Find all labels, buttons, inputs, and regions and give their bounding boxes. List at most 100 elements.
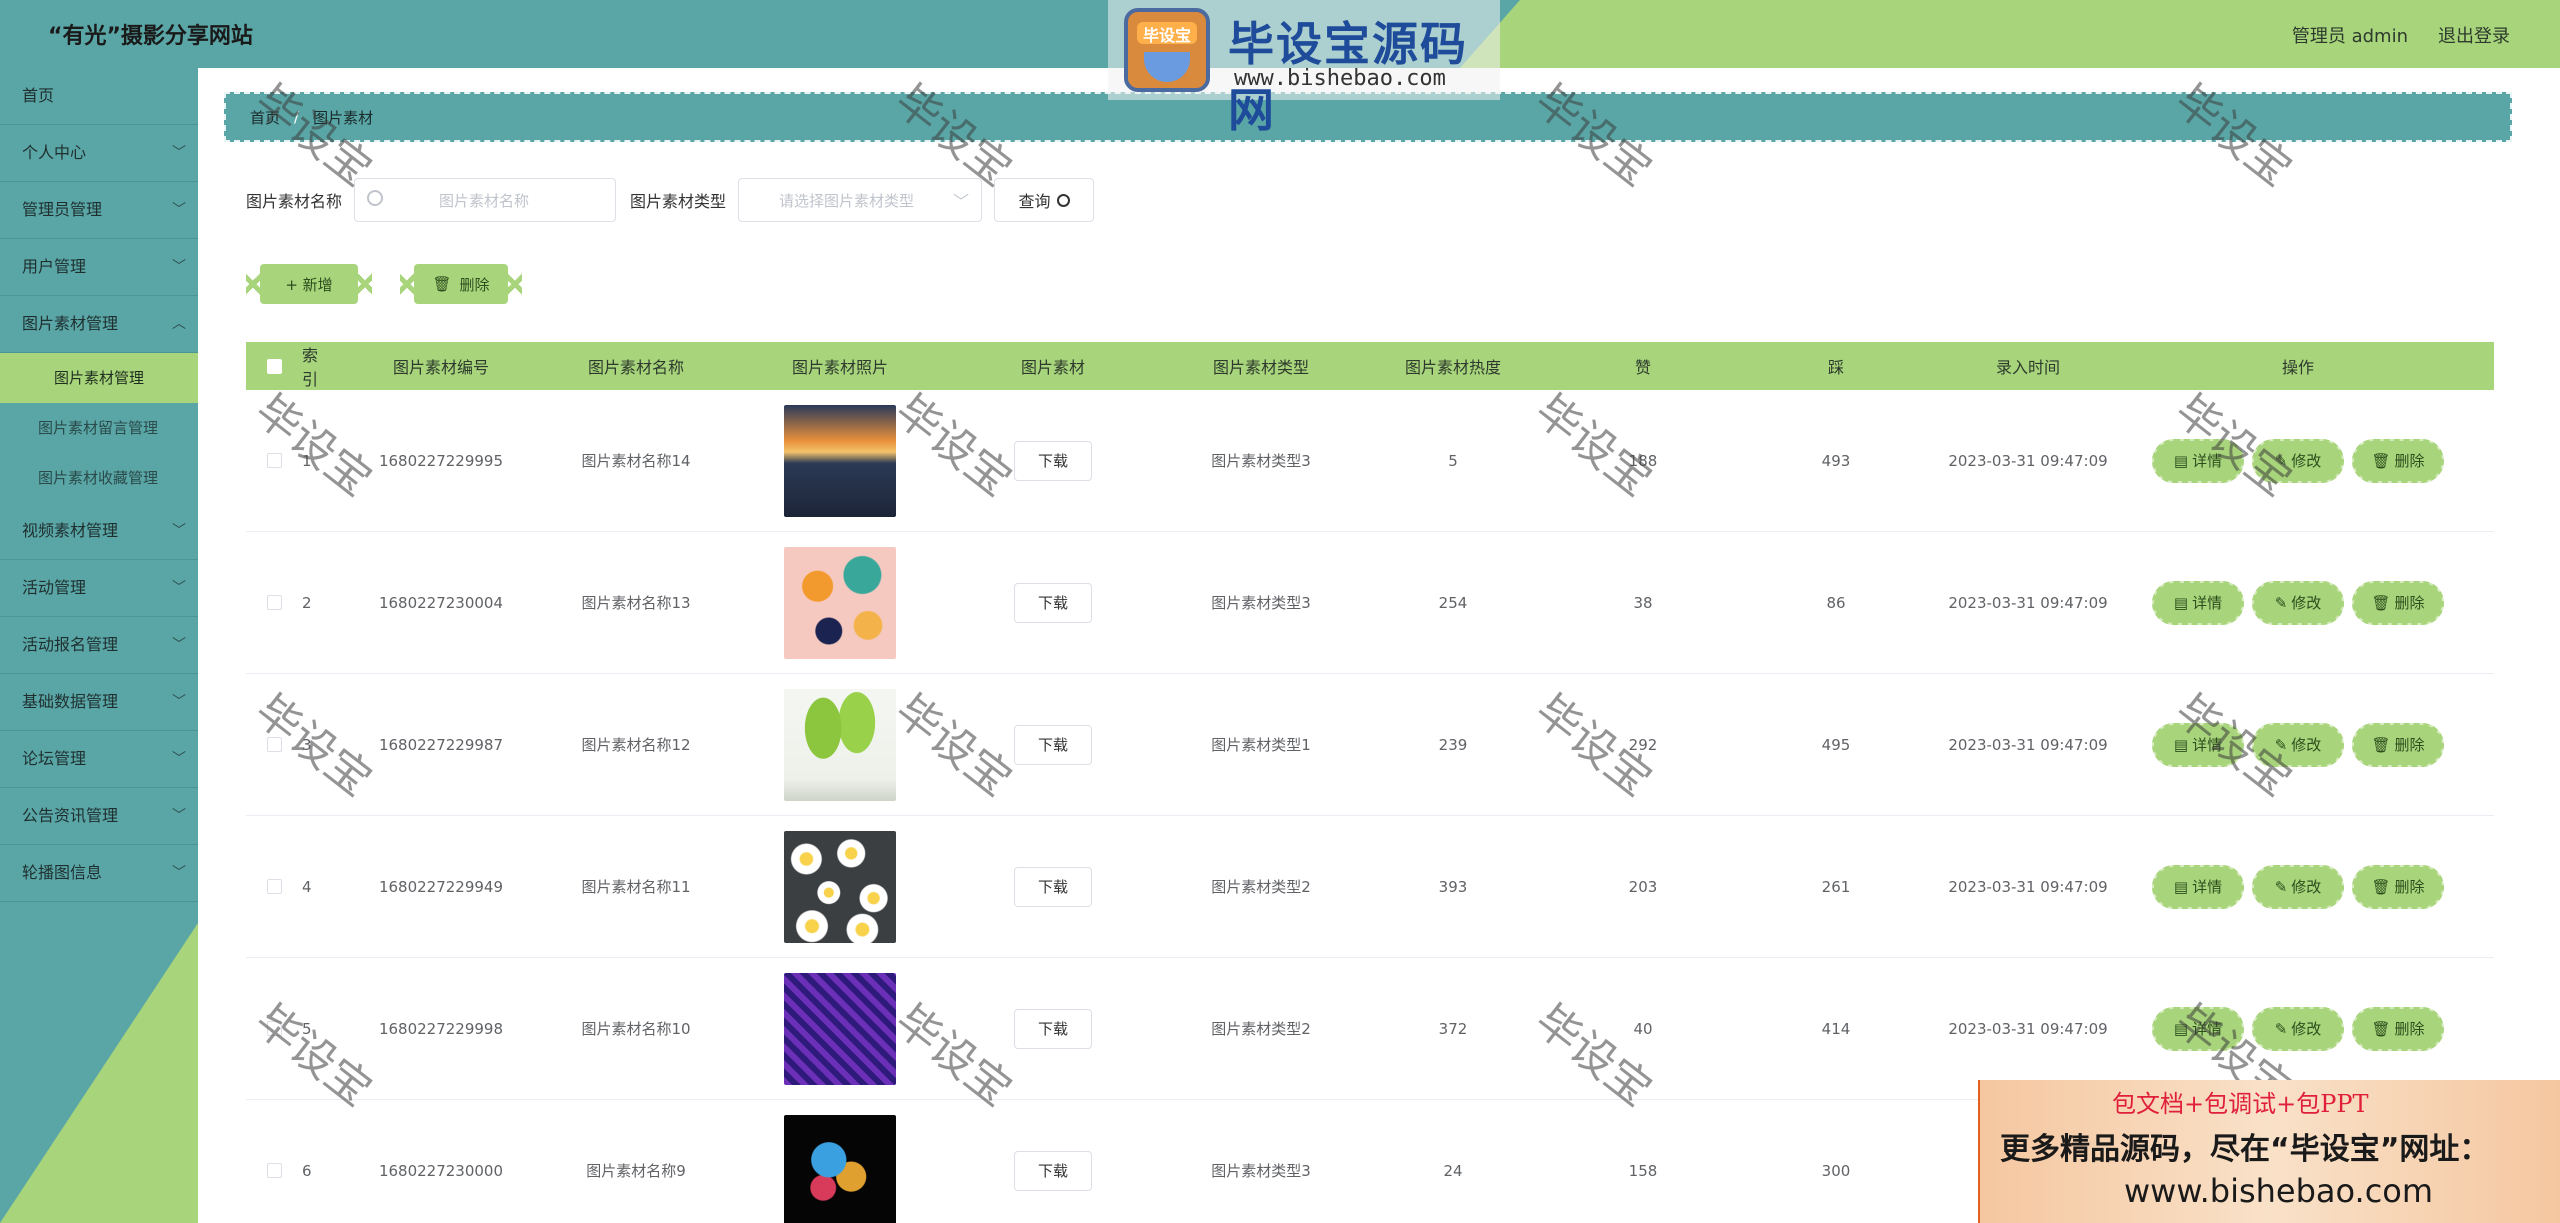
cell-like: 188 [1628,451,1658,470]
chevron-down-icon: ﹀ [172,694,186,710]
sidebar-item-label: 论坛管理 [22,749,87,768]
sidebar-item-activity-signup[interactable]: 活动报名管理 ﹀ [0,617,198,674]
add-button[interactable]: + 新增 [246,256,372,312]
trash-icon: 🗑 [432,275,452,293]
cell-name: 图片素材名称12 [581,736,691,754]
sidebar-subitem-image-material[interactable]: 图片素材管理 [0,353,198,403]
download-button[interactable]: 下载 [1014,1150,1092,1191]
cell-name: 图片素材名称11 [581,878,691,896]
sidebar-item-label: 用户管理 [22,257,87,276]
sidebar-item-carousel[interactable]: 轮播图信息 ﹀ [0,845,198,902]
logout-link[interactable]: 退出登录 [2438,22,2510,48]
thumbnail-image[interactable] [784,546,896,659]
row-checkbox[interactable] [266,595,282,610]
delete-button[interactable]: 🗑删除 [2352,864,2444,909]
row-checkbox[interactable] [266,737,282,752]
detail-button[interactable]: ▤详情 [2152,864,2244,909]
download-button[interactable]: 下载 [1014,440,1092,481]
edit-button[interactable]: ✎修改 [2252,722,2344,767]
sidebar: 首页 个人中心 ﹀ 管理员管理 ﹀ 用户管理 ﹀ 图片素材管理 ︿ 图片素材管理 图片素… [0,68,198,1223]
edit-button[interactable]: ✎修改 [2252,580,2344,625]
cell-hot: 5 [1448,451,1458,470]
sidebar-item-home[interactable]: 首页 [0,68,198,125]
name-search-input[interactable]: 图片素材名称 [354,178,617,222]
detail-button[interactable]: ▤详情 [2152,438,2244,483]
sidebar-item-forum[interactable]: 论坛管理 ﹀ [0,731,198,788]
detail-button[interactable]: ▤详情 [2152,1006,2244,1051]
sidebar-item-personal[interactable]: 个人中心 ﹀ [0,125,198,182]
cell-time: 2023-03-31 09:47:09 [1948,451,2108,470]
row-checkbox[interactable] [266,879,282,894]
edit-button[interactable]: ✎修改 [2252,864,2344,909]
sidebar-item-video-material[interactable]: 视频素材管理 ﹀ [0,503,198,560]
thumbnail-image[interactable] [784,830,896,943]
sidebar-item-base-data[interactable]: 基础数据管理 ﹀ [0,674,198,731]
delete-button[interactable]: 🗑删除 [2352,1006,2444,1051]
promo-line-2: 更多精品源码，尽在“毕设宝”网址： [2000,1132,2490,1167]
breadcrumb-home[interactable]: 首页 [250,107,280,128]
table-row: 5 1680227229998 图片素材名称10 下载 图片素材类型2 372 40 414 2… [246,958,2494,1100]
cell-photo [722,1114,958,1223]
cell-name: 图片素材名称9 [586,1162,686,1180]
cell-hot: 24 [1443,1161,1463,1180]
sidebar-item-admin[interactable]: 管理员管理 ﹀ [0,182,198,239]
chevron-down-icon: ﹀ [172,523,186,539]
delete-button[interactable]: 🗑删除 [2352,722,2444,767]
sidebar-item-label: 公告资讯管理 [22,806,119,825]
sidebar-subitem-image-favorites[interactable]: 图片素材收藏管理 [0,453,198,503]
thumbnail-image[interactable] [784,404,896,517]
cell-hot: 239 [1438,735,1468,754]
header-ops: 操作 [2281,358,2314,377]
cell-like: 38 [1633,593,1653,612]
download-button[interactable]: 下载 [1014,724,1092,765]
table-header: 索引 图片素材编号 图片素材名称 图片素材照片 图片素材 图片素材类型 图片素材… [246,342,2494,390]
row-checkbox[interactable] [266,1163,282,1178]
cell-dislike: 300 [1821,1161,1851,1180]
row-checkbox[interactable] [266,453,282,468]
sidebar-item-label: 个人中心 [22,143,87,162]
type-select[interactable]: 请选择图片素材类型 ﹀ [738,178,983,222]
sidebar-item-image-material[interactable]: 图片素材管理 ︿ [0,296,198,353]
detail-button[interactable]: ▤详情 [2152,580,2244,625]
chevron-down-icon: ﹀ [172,865,186,881]
admin-label: 管理员 admin [2291,26,2408,47]
select-all-checkbox[interactable] [266,358,282,374]
delete-button[interactable]: 🗑删除 [2352,438,2444,483]
document-icon: ▤ [2173,451,2189,470]
download-button[interactable]: 下载 [1014,866,1092,907]
breadcrumb-current: 图片素材 [313,108,374,127]
detail-button[interactable]: ▤详情 [2152,722,2244,767]
row-checkbox[interactable] [266,1021,282,1036]
edit-button[interactable]: ✎修改 [2252,1006,2344,1051]
sidebar-item-label: 视频素材管理 [22,521,119,540]
cell-no: 1680227229995 [378,451,504,470]
sidebar-item-users[interactable]: 用户管理 ﹀ [0,239,198,296]
batch-delete-button[interactable]: 🗑 删除 [400,256,522,312]
sidebar-item-activity[interactable]: 活动管理 ﹀ [0,560,198,617]
sidebar-item-news[interactable]: 公告资讯管理 ﹀ [0,788,198,845]
promo-banner: 包文档+包调试+包PPT 更多精品源码，尽在“毕设宝”网址： www.bishe… [1978,1080,2560,1223]
header-like: 赞 [1634,358,1651,377]
download-button[interactable]: 下载 [1014,1008,1092,1049]
document-icon: ▤ [2173,1019,2189,1038]
row-checkbox-cell [246,879,302,894]
edit-button[interactable]: ✎修改 [2252,438,2344,483]
delete-button[interactable]: 🗑删除 [2352,580,2444,625]
trash-icon: 🗑 [2371,451,2391,470]
cell-photo [722,972,958,1085]
edit-label: 修改 [2291,452,2322,470]
main-content: 首页 / 图片素材 图片素材名称 图片素材名称 图片素材类型 请选择图片素材类型… [198,68,2560,1223]
type-filter-label: 图片素材类型 [630,192,727,211]
sidebar-subitem-image-comments[interactable]: 图片素材留言管理 [0,403,198,453]
pencil-icon: ✎ [2274,735,2288,754]
thumbnail-image[interactable] [784,1114,896,1223]
search-icon [367,190,384,206]
query-button[interactable]: 查询 [994,178,1095,222]
download-button[interactable]: 下载 [1014,582,1092,623]
cell-no: 1680227229998 [378,1019,504,1038]
thumbnail-image[interactable] [784,972,896,1085]
breadcrumb-separator: / [294,108,300,126]
thumbnail-image[interactable] [784,688,896,801]
select-all-cell [246,358,302,374]
header-hot: 图片素材热度 [1404,358,1501,377]
